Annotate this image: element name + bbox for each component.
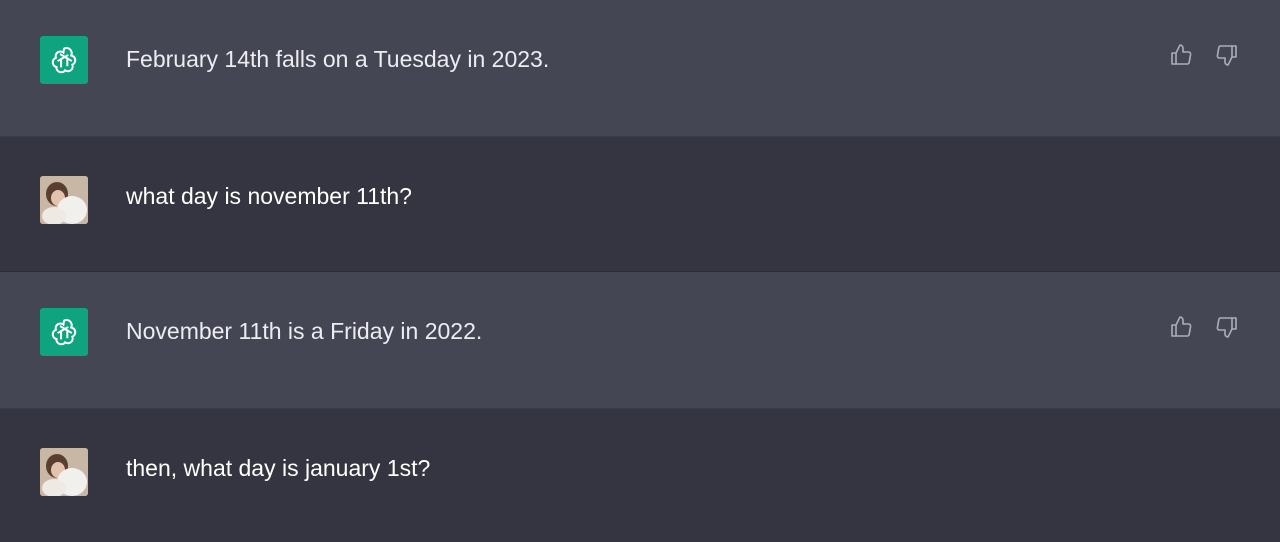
message-text: February 14th falls on a Tuesday in 2023… [126,46,550,72]
assistant-message: February 14th falls on a Tuesday in 2023… [0,0,1280,137]
openai-logo-icon [40,36,88,84]
user-message: then, what day is january 1st? [0,409,1280,542]
message-text: what day is november 11th? [126,183,412,209]
user-message: what day is november 11th? [0,137,1280,272]
openai-logo-icon [40,308,88,356]
thumbs-down-icon[interactable] [1214,314,1240,340]
message-text: November 11th is a Friday in 2022. [126,318,483,344]
user-avatar [40,448,88,496]
feedback-buttons [1168,314,1240,340]
thumbs-down-icon[interactable] [1214,42,1240,68]
user-avatar [40,176,88,224]
thumbs-up-icon[interactable] [1168,314,1194,340]
thumbs-up-icon[interactable] [1168,42,1194,68]
assistant-message: November 11th is a Friday in 2022. [0,272,1280,409]
feedback-buttons [1168,42,1240,68]
chat-thread: February 14th falls on a Tuesday in 2023… [0,0,1280,542]
message-text: then, what day is january 1st? [126,455,431,481]
